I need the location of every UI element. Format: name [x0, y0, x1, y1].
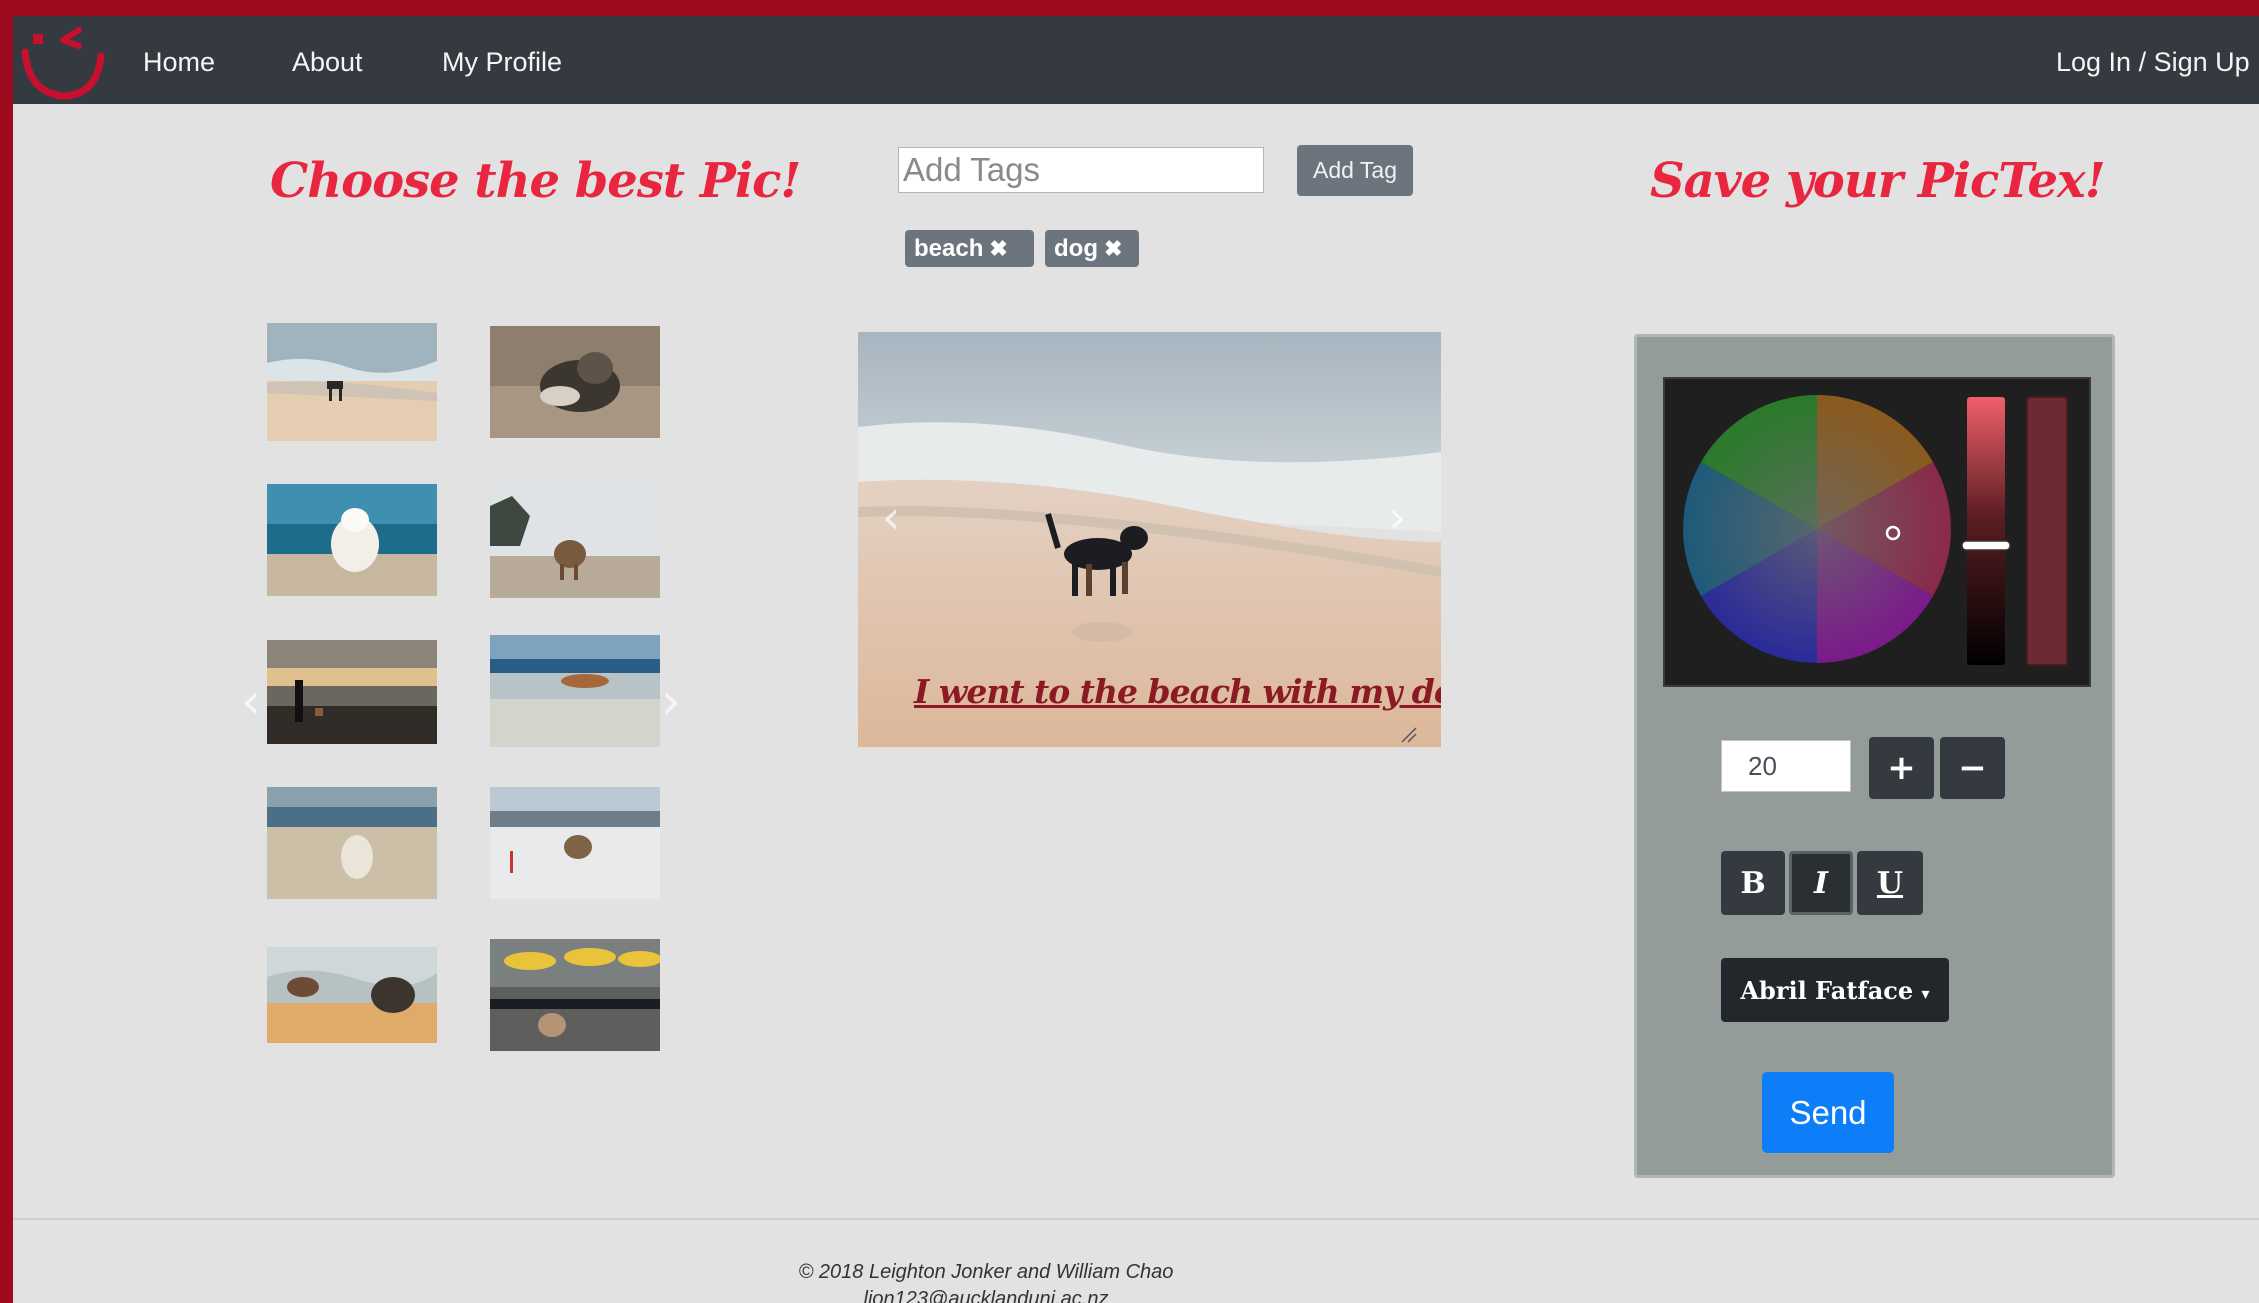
tag-chip-dog: dog ✖: [1045, 230, 1139, 267]
thumbnail-white-dog-sea[interactable]: [267, 484, 437, 596]
footer-email[interactable]: lion123@aucklanduni.ac.nz: [13, 1288, 2109, 1303]
image-caption-text[interactable]: I went to the beach with my dog.: [914, 672, 1441, 711]
thumbnail-white-dog-digging[interactable]: [267, 787, 437, 899]
lightness-slider[interactable]: [1967, 397, 2005, 665]
color-picker: [1663, 377, 2091, 687]
font-size-input[interactable]: [1721, 740, 1851, 792]
thumbnail-dog-snow-beach[interactable]: [490, 787, 660, 899]
nav-link-about[interactable]: About: [292, 46, 363, 78]
navbar: Home About My Profile Log In / Sign Up: [13, 16, 2259, 104]
thumbnail-sunset-person-dog[interactable]: [267, 640, 437, 744]
tag-chip-label: dog: [1054, 235, 1098, 262]
thumbnail-dog-beach-umbrellas[interactable]: [490, 939, 660, 1051]
add-tags-input[interactable]: [898, 147, 1264, 193]
increase-size-button[interactable]: +: [1869, 737, 1934, 799]
caret-down-icon: ▾: [1921, 983, 1930, 1003]
underline-button[interactable]: U: [1857, 851, 1923, 915]
logo-wink-smiley-icon[interactable]: [17, 22, 107, 102]
choose-pic-heading: Choose the best Pic!: [270, 153, 801, 209]
bold-button[interactable]: B: [1721, 851, 1785, 915]
italic-button[interactable]: I: [1789, 851, 1853, 915]
remove-tag-icon[interactable]: ✖: [989, 236, 1007, 261]
lightness-slider-handle[interactable]: [1961, 540, 2011, 551]
font-family-dropdown[interactable]: Abril Fatface ▾: [1721, 958, 1949, 1022]
color-wheel[interactable]: [1683, 395, 1951, 663]
nav-link-my-profile[interactable]: My Profile: [442, 46, 562, 78]
thumbnail-dog-running-beach[interactable]: [490, 486, 660, 598]
thumbnail-beach-dog-1[interactable]: [267, 323, 437, 441]
save-pictex-heading: Save your PicTex!: [1650, 153, 2106, 209]
font-family-label: Abril Fatface: [1740, 975, 1914, 1005]
page-frame: Home About My Profile Log In / Sign Up C…: [13, 16, 2259, 1303]
footer-copyright: © 2018 Leighton Jonker and William Chao: [798, 1261, 1174, 1283]
thumbnail-fluffy-dog-sand[interactable]: [490, 326, 660, 438]
thumbnail-dog-lying-shore[interactable]: [490, 635, 660, 747]
preview-prev-arrow-icon[interactable]: ‹: [882, 492, 900, 542]
thumbnails-prev-arrow-icon[interactable]: ‹: [241, 676, 261, 726]
nav-link-login-signup[interactable]: Log In / Sign Up: [2056, 46, 2250, 78]
nav-link-home[interactable]: Home: [143, 46, 215, 78]
tag-chip-label: beach: [914, 235, 984, 262]
add-tag-button[interactable]: Add Tag: [1297, 145, 1413, 196]
selected-color-swatch: [2026, 396, 2068, 666]
thumbnail-dogs-running-waves[interactable]: [267, 947, 437, 1043]
remove-tag-icon[interactable]: ✖: [1104, 236, 1122, 261]
thumbnails-next-arrow-icon[interactable]: ›: [661, 676, 681, 726]
tag-chip-beach: beach ✖: [905, 230, 1034, 267]
resize-handle-icon[interactable]: [1400, 726, 1418, 744]
text-editor-panel: + − B I U Abril Fatface ▾ Send: [1634, 334, 2115, 1178]
send-button[interactable]: Send: [1762, 1072, 1894, 1153]
preview-next-arrow-icon[interactable]: ›: [1388, 492, 1406, 542]
image-preview[interactable]: ‹ › I went to the beach with my dog.: [858, 332, 1441, 747]
decrease-size-button[interactable]: −: [1940, 737, 2005, 799]
footer-divider: [13, 1218, 2259, 1220]
